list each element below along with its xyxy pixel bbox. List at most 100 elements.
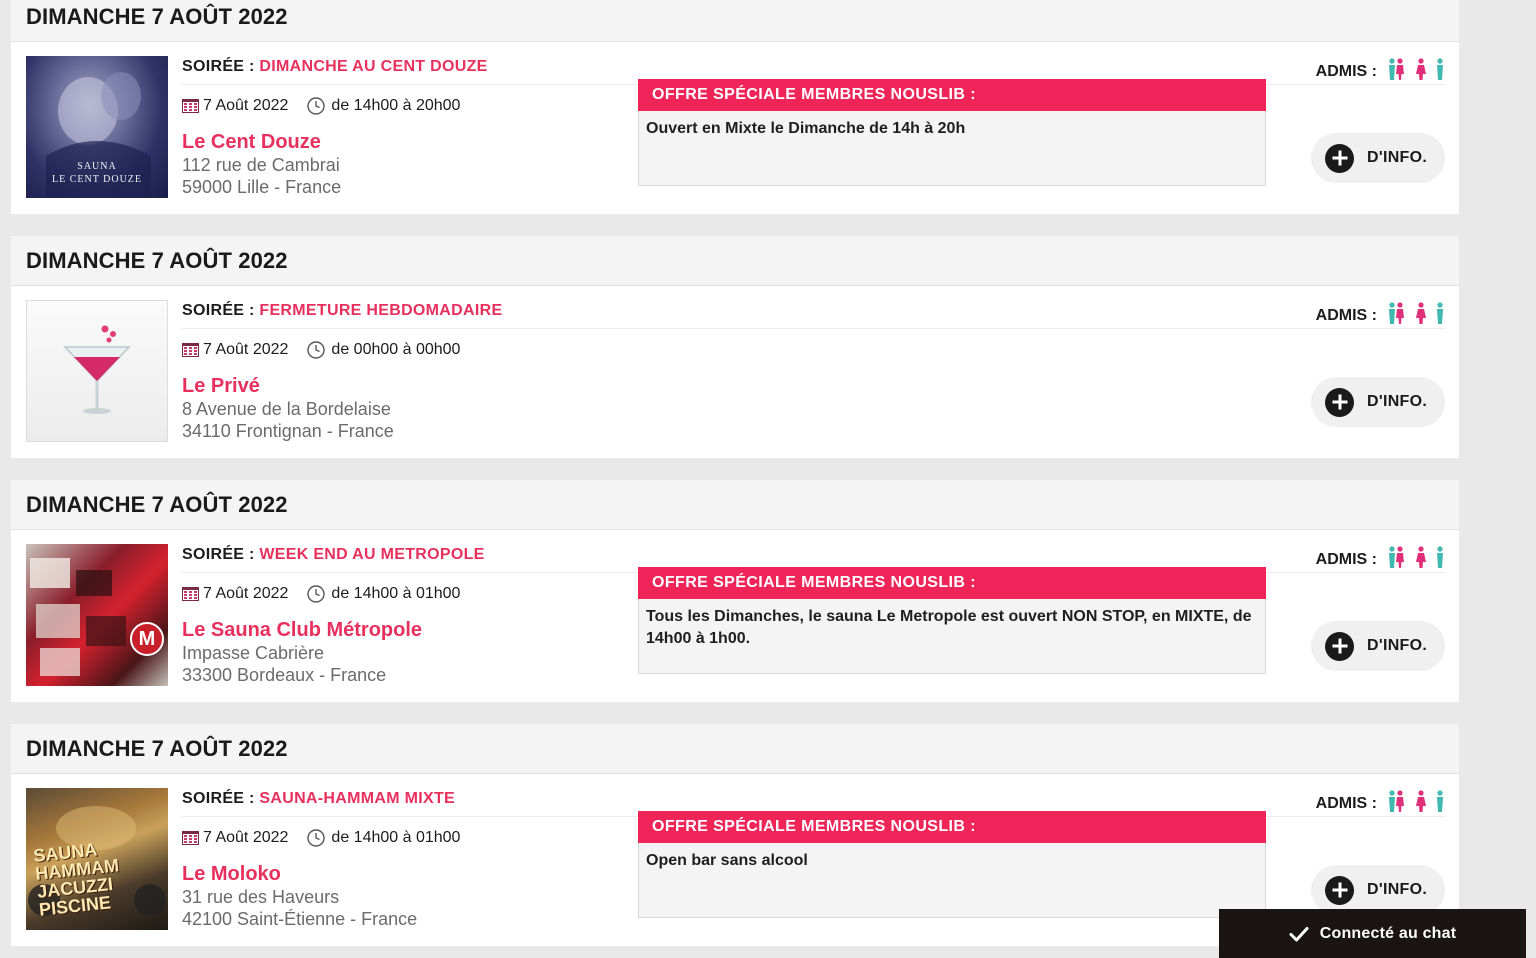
special-offer-text: Ouvert en Mixte le Dimanche de 14h à 20h xyxy=(646,120,966,137)
special-offer-box: OFFRE SPÉCIALE MEMBRES NOUSLIB : Tous le… xyxy=(638,567,1266,674)
event-date-header: DIMANCHE 7 AOÛT 2022 xyxy=(26,735,288,761)
chat-status-label: Connecté au chat xyxy=(1319,924,1457,942)
venue-address-line2: 59000 Lille - France xyxy=(182,177,342,197)
thumbnail-caption: SAUNA LE CENT DOUZE xyxy=(26,160,168,186)
couple-icon xyxy=(1389,546,1404,568)
event-date: 7 Août 2022 xyxy=(203,341,289,358)
more-info-label: D'INFO. xyxy=(1367,881,1428,898)
event-hours: de 14h00 à 01h00 xyxy=(331,585,461,602)
venue-name-link[interactable]: Le Privé xyxy=(182,375,260,398)
event-date: 7 Août 2022 xyxy=(203,97,289,114)
admis-section: ADMIS : xyxy=(1316,536,1445,570)
special-offer-title: OFFRE SPÉCIALE MEMBRES NOUSLIB : xyxy=(638,79,1266,111)
calendar-icon xyxy=(182,99,199,113)
admis-section: ADMIS : xyxy=(1316,48,1445,82)
venue-thumbnail[interactable]: SAUNA LE CENT DOUZE xyxy=(26,56,168,198)
special-offer-title: OFFRE SPÉCIALE MEMBRES NOUSLIB : xyxy=(638,811,1266,843)
plus-circle-icon xyxy=(1325,875,1354,905)
soiree-key: SOIRÉE : xyxy=(182,302,255,319)
more-info-button[interactable]: D'INFO. xyxy=(1311,133,1445,183)
thumbnail-caption-line: SAUNA xyxy=(77,161,117,172)
more-info-button[interactable]: D'INFO. xyxy=(1311,865,1445,915)
event-meta: 7 Août 2022 de 14h00 à 01h00 xyxy=(182,585,460,603)
event-date-header: DIMANCHE 7 AOÛT 2022 xyxy=(26,491,288,517)
calendar-icon xyxy=(182,587,199,601)
event-date-header: DIMANCHE 7 AOÛT 2022 xyxy=(26,247,288,273)
admis-label: ADMIS : xyxy=(1315,307,1377,324)
plus-circle-icon xyxy=(1325,387,1354,417)
event-hours: de 14h00 à 01h00 xyxy=(331,829,461,846)
man-icon xyxy=(1437,790,1443,812)
calendar-icon xyxy=(182,831,199,845)
event-header: DIMANCHE 7 AOÛT 2022 xyxy=(11,0,1459,42)
soiree-key: SOIRÉE : xyxy=(182,58,255,75)
soiree-title: SOIRÉE : WEEK END AU METROPOLE xyxy=(182,546,485,564)
woman-icon xyxy=(1416,58,1426,80)
clock-icon xyxy=(307,97,326,115)
event-hours: de 14h00 à 20h00 xyxy=(331,97,461,114)
soiree-name-link[interactable]: FERMETURE HEBDOMADAIRE xyxy=(259,302,502,319)
venue-address-line1: 8 Avenue de la Bordelaise xyxy=(182,399,391,419)
couple-icon xyxy=(1389,302,1404,324)
event-header: DIMANCHE 7 AOÛT 2022 xyxy=(11,724,1459,774)
soiree-key: SOIRÉE : xyxy=(182,546,255,563)
soiree-title: SOIRÉE : FERMETURE HEBDOMADAIRE xyxy=(182,302,502,320)
clock-icon xyxy=(307,829,326,847)
more-info-button[interactable]: D'INFO. xyxy=(1311,621,1445,671)
event-date-header: DIMANCHE 7 AOÛT 2022 xyxy=(26,3,288,29)
admis-section: ADMIS : xyxy=(1316,780,1445,814)
venue-thumbnail[interactable]: M xyxy=(26,544,168,686)
admis-label: ADMIS : xyxy=(1315,795,1377,812)
venue-name-link[interactable]: Le Moloko xyxy=(182,863,281,886)
soiree-name-link[interactable]: WEEK END AU METROPOLE xyxy=(259,546,484,563)
event-meta: 7 Août 2022 de 14h00 à 01h00 xyxy=(182,829,460,847)
event-header: DIMANCHE 7 AOÛT 2022 xyxy=(11,480,1459,530)
thumbnail-art xyxy=(30,558,126,676)
event-body: SAUNA LE CENT DOUZE SOIRÉE : DIMANCHE AU… xyxy=(11,42,1459,214)
thumbnail-caption: SAUNA HAMMAM JACUZZI PISCINE xyxy=(32,833,168,919)
event-card: DIMANCHE 7 AOÛT 2022 SOIRÉE : FERMETURE … xyxy=(11,236,1459,458)
soiree-name-link[interactable]: DIMANCHE AU CENT DOUZE xyxy=(259,58,487,75)
man-icon xyxy=(1437,58,1443,80)
soiree-title: SOIRÉE : SAUNA-HAMMAM MIXTE xyxy=(182,790,455,808)
venue-thumbnail[interactable]: SAUNA HAMMAM JACUZZI PISCINE xyxy=(26,788,168,930)
event-date: 7 Août 2022 xyxy=(203,585,289,602)
divider xyxy=(182,328,1445,329)
chat-status-bar[interactable]: Connecté au chat xyxy=(1219,909,1526,958)
event-meta: 7 Août 2022 de 00h00 à 00h00 xyxy=(182,341,460,359)
couple-icon xyxy=(1389,58,1404,80)
event-card: DIMANCHE 7 AOÛT 2022 M SOIRÉE : WEEK END… xyxy=(11,480,1459,702)
venue-address-line1: 112 rue de Cambrai xyxy=(182,155,340,175)
check-icon xyxy=(1289,926,1309,941)
events-page: DIMANCHE 7 AOÛT 2022 SAUNA LE CENT DOUZE… xyxy=(0,0,1536,958)
venue-address-line2: 33300 Bordeaux - France xyxy=(182,665,387,685)
venue-address-line1: Impasse Cabrière xyxy=(182,643,325,663)
event-header: DIMANCHE 7 AOÛT 2022 xyxy=(11,236,1459,286)
event-hours: de 00h00 à 00h00 xyxy=(331,341,461,358)
events-list: DIMANCHE 7 AOÛT 2022 SAUNA LE CENT DOUZE… xyxy=(11,0,1459,958)
more-info-button[interactable]: D'INFO. xyxy=(1311,377,1445,427)
soiree-title: SOIRÉE : DIMANCHE AU CENT DOUZE xyxy=(182,58,488,76)
metropole-logo-badge: M xyxy=(130,622,164,656)
plus-circle-icon xyxy=(1325,143,1354,173)
venue-name-link[interactable]: Le Sauna Club Métropole xyxy=(182,619,422,642)
clock-icon xyxy=(307,341,326,359)
woman-icon xyxy=(1416,302,1426,324)
venue-address-line2: 34110 Frontignan - France xyxy=(182,421,394,441)
more-info-label: D'INFO. xyxy=(1367,637,1428,654)
plus-circle-icon xyxy=(1325,631,1354,661)
woman-icon xyxy=(1416,790,1426,812)
soiree-name-link[interactable]: SAUNA-HAMMAM MIXTE xyxy=(259,790,455,807)
clock-icon xyxy=(307,585,326,603)
man-icon xyxy=(1437,302,1443,324)
thumbnail-caption-line: LE CENT DOUZE xyxy=(51,174,143,185)
venue-name-link[interactable]: Le Cent Douze xyxy=(182,131,321,154)
venue-thumbnail[interactable] xyxy=(26,300,168,442)
soiree-key: SOIRÉE : xyxy=(182,790,255,807)
venue-address-line1: 31 rue des Haveurs xyxy=(182,887,340,907)
event-date: 7 Août 2022 xyxy=(203,829,289,846)
special-offer-box: OFFRE SPÉCIALE MEMBRES NOUSLIB : Open ba… xyxy=(638,811,1266,918)
special-offer-text: Open bar sans alcool xyxy=(646,852,808,869)
man-icon xyxy=(1437,546,1443,568)
admis-section: ADMIS : xyxy=(1316,292,1445,326)
